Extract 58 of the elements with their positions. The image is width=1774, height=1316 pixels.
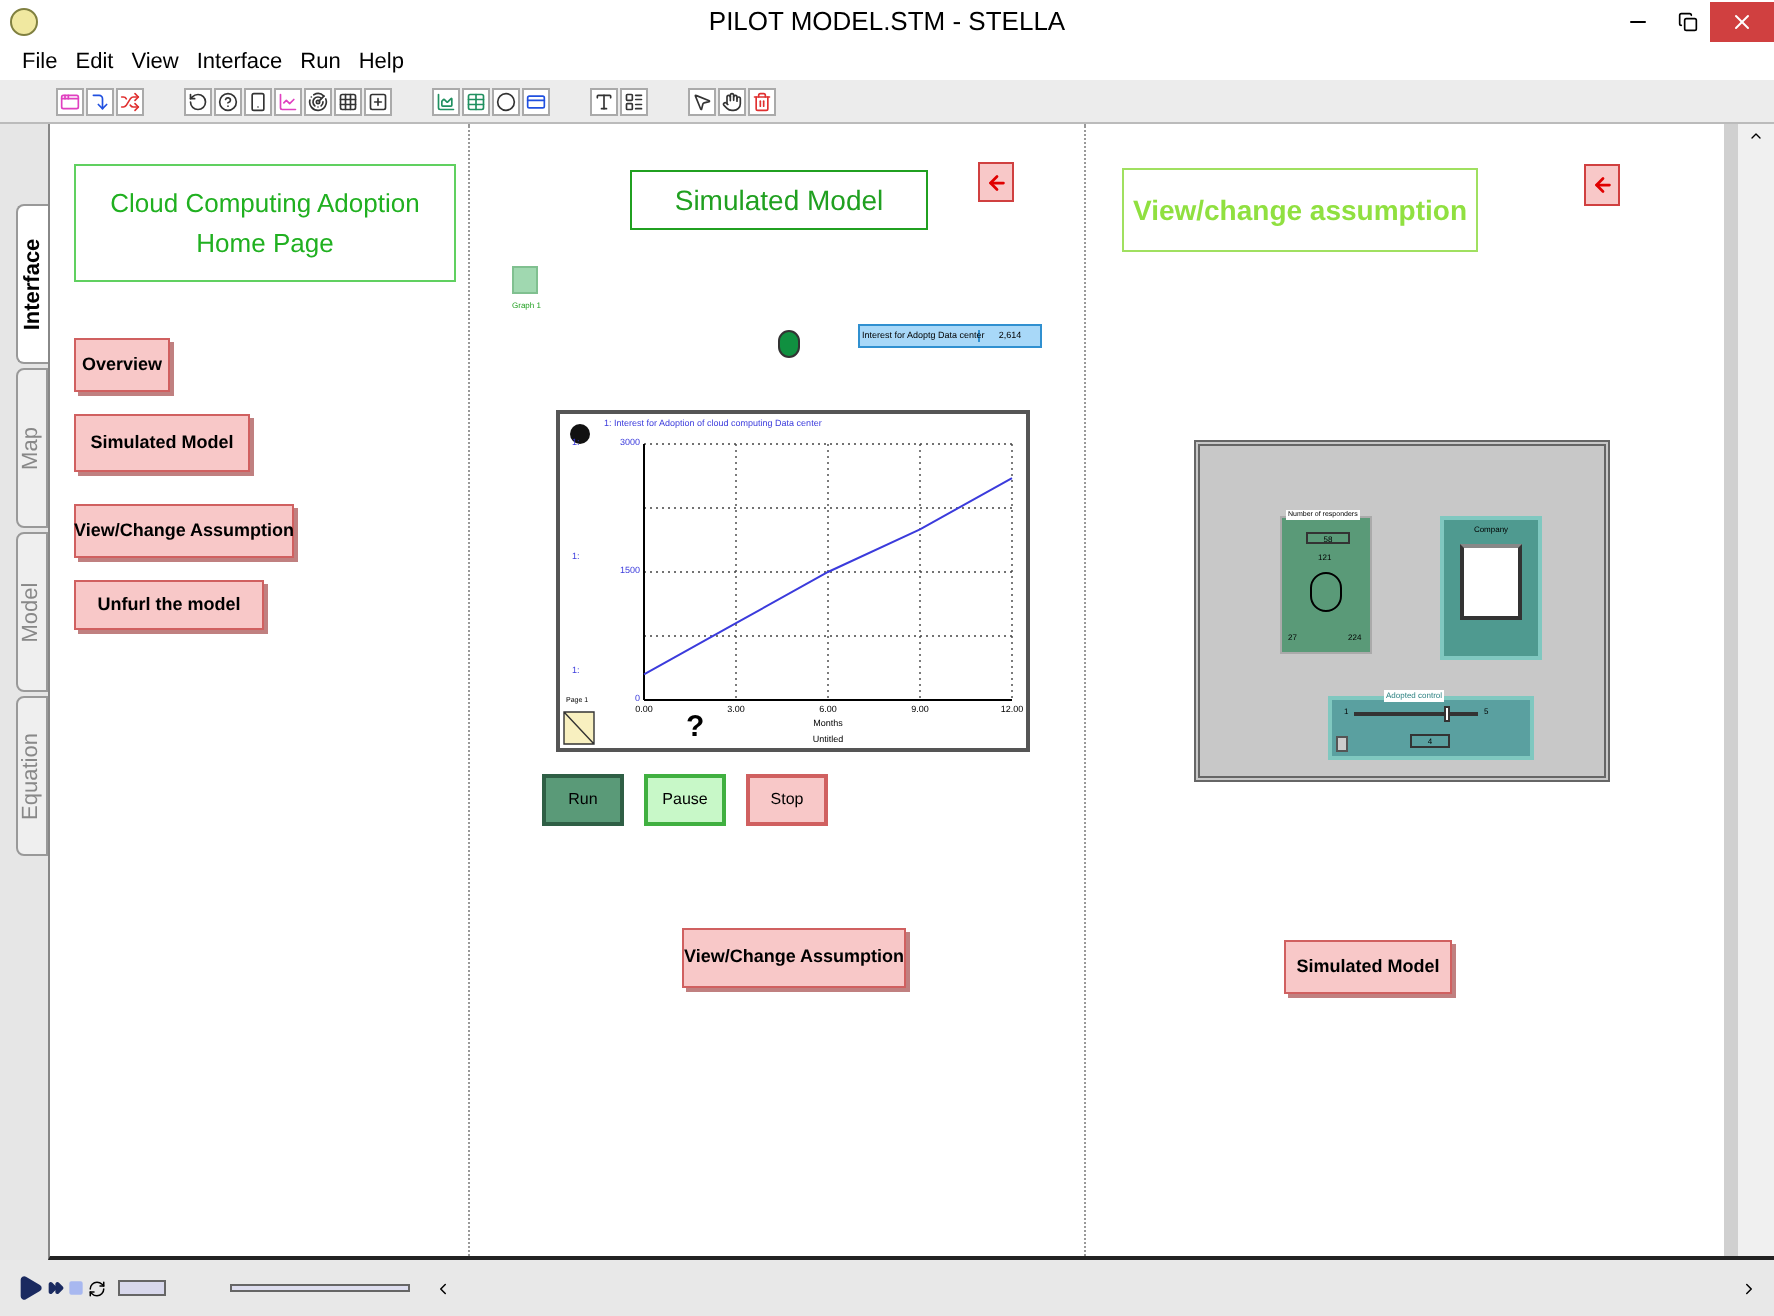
nav-button[interactable]: Simulated Model: [1284, 940, 1452, 994]
run-icon[interactable]: [16, 1274, 44, 1302]
pointer-icon[interactable]: [688, 87, 716, 115]
nav-button[interactable]: View/Change Assumption: [74, 504, 294, 558]
side-tab[interactable]: Interface: [16, 204, 48, 364]
reset-icon[interactable]: [88, 1279, 106, 1297]
section-heading: View/change assumption: [1122, 168, 1478, 252]
text-icon[interactable]: [590, 87, 618, 115]
device-icon[interactable]: [244, 87, 272, 115]
app-logo-icon: [10, 8, 38, 36]
back-button[interactable]: [1584, 164, 1620, 206]
nav-button[interactable]: Simulated Model: [74, 414, 250, 472]
list-icon[interactable]: [462, 87, 490, 115]
nav-button[interactable]: View/Change Assumption: [682, 928, 906, 988]
section-heading: Simulated Model: [630, 170, 928, 230]
arrow-left-icon: [985, 171, 1007, 193]
table-icon[interactable]: [334, 87, 362, 115]
sim-control-button[interactable]: Pause: [644, 774, 726, 826]
home-title-box: Cloud Computing Adoption Home Page: [74, 164, 456, 282]
help-mark[interactable]: ?: [686, 712, 705, 742]
layout-icon[interactable]: [620, 87, 648, 115]
knob-icon[interactable]: [304, 87, 332, 115]
scroll-right-icon[interactable]: [1740, 1279, 1758, 1297]
slider-thumb[interactable]: [1443, 706, 1449, 722]
vertical-scrollbar[interactable]: [1724, 124, 1774, 1256]
arrow-left-icon: [1591, 174, 1613, 196]
trash-icon[interactable]: [748, 87, 776, 115]
menu-item[interactable]: Help: [358, 45, 404, 79]
close-button[interactable]: [1710, 2, 1774, 42]
restore-icon[interactable]: [1678, 12, 1698, 32]
menu-item[interactable]: Run: [300, 45, 341, 79]
menu-item[interactable]: File: [22, 45, 58, 79]
slider-toggle-button[interactable]: [1336, 736, 1348, 752]
hand-icon[interactable]: [718, 87, 746, 115]
nav-button[interactable]: Unfurl the model: [74, 580, 264, 630]
add-icon[interactable]: [364, 87, 392, 115]
menu-item[interactable]: View: [131, 45, 179, 79]
close-icon: [1730, 10, 1754, 34]
sim-control-button[interactable]: Run: [542, 774, 624, 826]
window-title: PILOT MODEL.STM - STELLA: [708, 4, 1066, 41]
scroll-left-icon[interactable]: [434, 1279, 452, 1297]
nav-button[interactable]: Overview: [74, 338, 170, 392]
lamp-icon[interactable]: [492, 87, 520, 115]
menu-item[interactable]: Interface: [196, 45, 283, 79]
window-icon[interactable]: [56, 87, 84, 115]
rotate-icon[interactable]: [184, 87, 212, 115]
sim-control-button[interactable]: Stop: [746, 774, 828, 826]
graph-icon[interactable]: [274, 87, 302, 115]
menu-item[interactable]: Edit: [75, 45, 114, 79]
back-button[interactable]: [978, 162, 1014, 202]
help-icon[interactable]: [214, 87, 242, 115]
flow-icon[interactable]: [116, 87, 144, 115]
display-icon[interactable]: [522, 87, 550, 115]
page-corner-icon: [563, 711, 595, 745]
graph-type-icon: [570, 424, 590, 444]
fast-forward-icon[interactable]: [48, 1280, 64, 1296]
scroll-up-icon[interactable]: [1748, 128, 1764, 144]
area-chart-icon[interactable]: [432, 87, 460, 115]
